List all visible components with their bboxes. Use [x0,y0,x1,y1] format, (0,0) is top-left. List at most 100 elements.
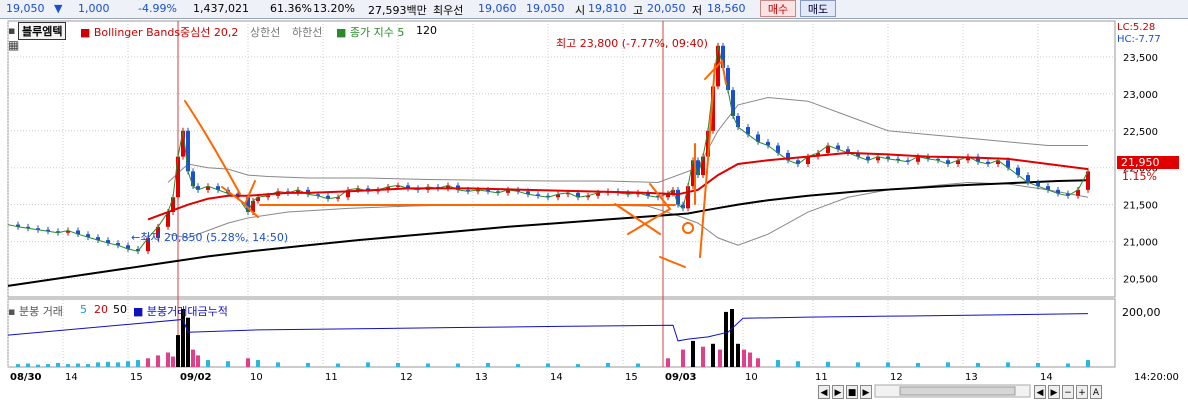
legend-marker: ■ [336,26,350,39]
prev-icon[interactable]: ◀ [818,385,830,399]
trade-amount: 27,593백만 [368,4,427,17]
volume-bar [246,358,250,367]
legend-close-index: ■ 종가 지수 5 [336,24,404,40]
legend-marker: ■ [80,26,94,39]
volume-bar [166,352,170,367]
buy-button[interactable]: 매수 [760,0,796,17]
x-tick-label: 14:20:00 [1134,372,1179,383]
x-tick-label: 09/03 [665,372,697,383]
volume-bar [516,364,520,367]
volume-bar [336,363,340,367]
price-chart: 23,50023,00022,50022,00021,50021,00020,5… [7,20,1179,398]
hc-label: HC:-7.77 [1117,34,1161,45]
stop-icon[interactable]: ■ [846,385,858,399]
quote-bar: 19,050 ▼ 1,000 -4.99% 1,437,021 61.36% 1… [0,0,1188,19]
sell-button[interactable]: 매도 [800,0,836,17]
x-tick-label: 13 [475,372,488,383]
auto-scale-icon[interactable]: A [1090,385,1102,399]
legend-bollinger: ■ Bollinger Bands중심선 20,2 [80,24,238,40]
play-icon[interactable]: ▶ [832,385,844,399]
price-panel-frame [7,20,1116,298]
volume-bar [16,364,20,367]
volume-bar [196,355,200,367]
chart-area[interactable]: 23,500 23,000 22,500 22,000 21,500 21,000 20,5… [0,19,1188,403]
current-price: 19,050 [6,2,45,15]
volume-bar [681,349,685,367]
volume-bar [756,358,760,367]
price-change: 1,000 [78,2,110,15]
x-tick-label: 10 [745,372,758,383]
volume-bar [736,343,740,367]
volume-bar [796,361,800,367]
next-icon[interactable]: ▶ [860,385,872,399]
ratio-2: 13.20% [313,2,355,15]
best-label: 최우선 [433,4,464,17]
y-tick-label: 23,000 [1123,90,1158,101]
volume-bar [366,362,370,367]
volume-bar [1036,362,1040,367]
volume-bar [826,361,830,367]
x-tick-label: 11 [325,372,338,383]
x-tick-label: 14 [1040,372,1053,383]
y-tick-label: 21,000 [1123,238,1158,249]
x-tick-label: 13 [965,372,978,383]
volume-bar [106,361,110,367]
candle-body [676,189,680,205]
zoom-in-icon[interactable]: + [1076,385,1088,399]
volume-bar [701,346,705,367]
volume-bar [724,311,728,367]
candle-body [186,130,190,172]
volume-bar [396,362,400,367]
legend-vol-20: 20 [94,303,108,316]
volume-bar [666,358,670,367]
zoom-out-icon[interactable]: − [1062,385,1074,399]
y-tick-label: 20,500 [1123,275,1158,286]
y-tick-label: 23,500 [1123,53,1158,64]
grid-icon[interactable]: ▦ [8,38,19,52]
settings-icon[interactable]: ▪ [8,24,15,37]
volume-bar [576,364,580,367]
legend-vol-50: 50 [113,303,127,316]
ratio-1: 61.36% [270,2,312,15]
y-tick-label: 22,500 [1123,127,1158,138]
y-tick-label: 21,500 [1123,201,1158,212]
volume-bar [1066,363,1070,367]
volume-bar [711,343,715,367]
lc-label: LC:5.28 [1117,22,1156,33]
volume-bar [426,363,430,367]
volume-bar [226,361,230,367]
x-tick-label: 15 [625,372,638,383]
x-tick-label: 10 [250,372,263,383]
legend-cum-label: 분봉거래대금누적 [146,305,228,318]
volume-bar [1006,362,1010,367]
scroll-right-icon[interactable]: ▶ [1048,385,1060,399]
volume-bar [136,360,140,367]
legend-vol-5: 5 [80,303,87,316]
legend-upper: 상한선 [250,26,281,39]
scroll-left-icon[interactable]: ◀ [1034,385,1046,399]
x-tick-label: 08/30 [10,372,42,383]
legend-cum: ■ 분봉거래대금누적 [133,303,228,319]
candle-body [726,67,730,91]
volume-bar [306,362,310,367]
volume-bar [976,362,980,367]
open-price: 19,810 [588,2,627,15]
stock-name[interactable]: 블루엠텍 [18,22,67,40]
volume-bar [66,364,70,367]
min-annotation: ←최저 20,850 (5.28%, 14:50) [131,231,289,244]
open-label: 시 [575,4,586,17]
candle-body [191,171,195,187]
last-percent: 1.15% [1122,170,1157,183]
candle-body [736,115,740,128]
legend-marker: ■ [133,305,147,318]
upper-band-line [167,96,1088,183]
volume-bar [26,363,30,367]
x-tick-label: 14 [65,372,78,383]
x-tick-label: 14 [550,372,563,383]
volume-bar [46,364,50,367]
low-label: 저 [692,4,703,17]
volume-bar [126,361,130,367]
volume-bar [718,349,722,367]
candle-body [731,90,735,116]
candle-body [686,186,690,209]
